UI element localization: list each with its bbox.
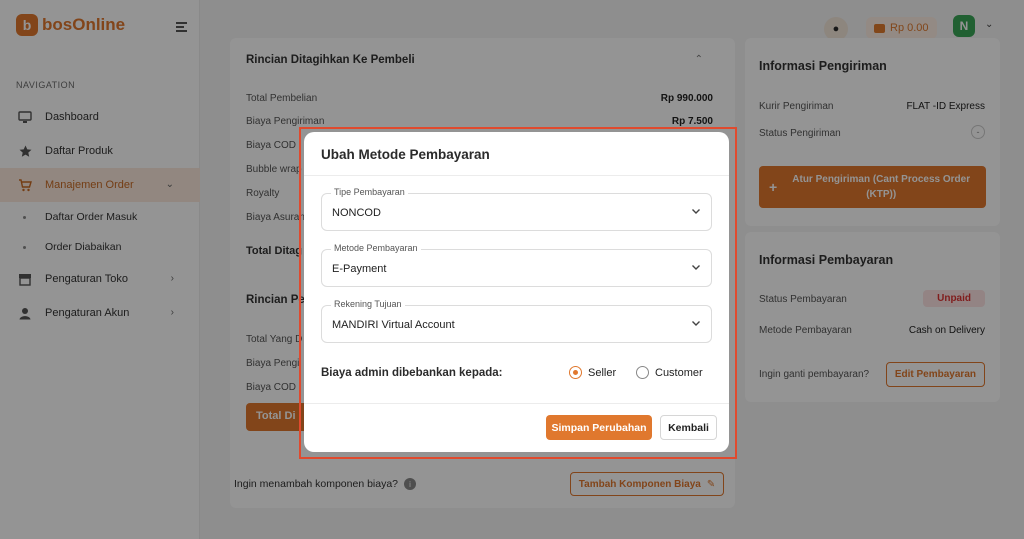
radio-circle[interactable] [569, 366, 582, 379]
chevron-down-icon [690, 261, 702, 273]
admin-fee-question: Biaya admin dibebankan kepada: [321, 367, 503, 379]
back-button[interactable]: Kembali [660, 415, 717, 440]
field-value: E-Payment [332, 263, 387, 275]
chevron-down-icon [690, 317, 702, 329]
chevron-down-icon [690, 205, 702, 217]
radio-circle[interactable] [636, 366, 649, 379]
destination-account-select[interactable]: Rekening Tujuan MANDIRI Virtual Account [321, 299, 712, 343]
field-value: NONCOD [332, 207, 381, 219]
divider [304, 175, 729, 176]
change-payment-modal: Ubah Metode Pembayaran Tipe Pembayaran N… [304, 132, 729, 452]
radio-seller[interactable]: Seller [569, 366, 616, 379]
field-label: Metode Pembayaran [331, 243, 421, 253]
radio-label: Seller [588, 366, 617, 379]
radio-label: Customer [655, 366, 703, 379]
radio-customer[interactable]: Customer [636, 366, 703, 379]
divider [304, 403, 729, 404]
field-label: Rekening Tujuan [331, 299, 405, 309]
modal-title: Ubah Metode Pembayaran [321, 147, 490, 162]
field-label: Tipe Pembayaran [331, 187, 408, 197]
field-value: MANDIRI Virtual Account [332, 319, 455, 331]
save-changes-button[interactable]: Simpan Perubahan [546, 415, 652, 440]
payment-type-select[interactable]: Tipe Pembayaran NONCOD [321, 187, 712, 231]
payment-method-select[interactable]: Metode Pembayaran E-Payment [321, 243, 712, 287]
